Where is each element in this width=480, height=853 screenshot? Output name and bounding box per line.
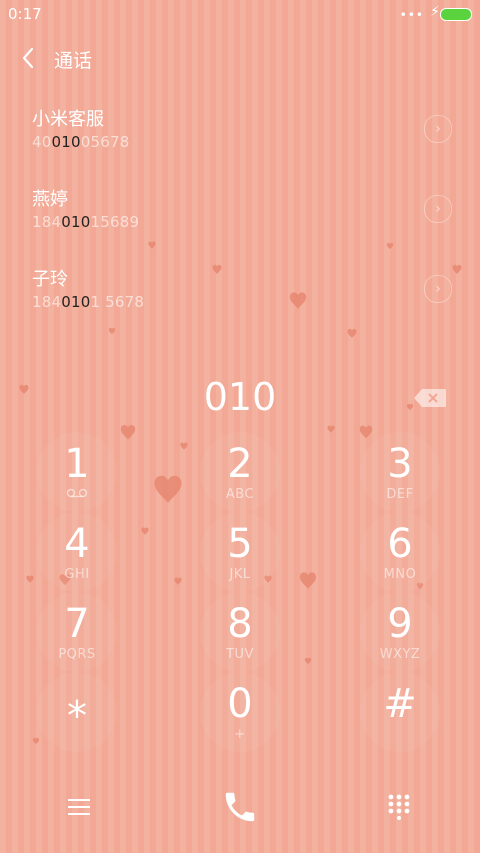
bottom-bar (0, 770, 480, 845)
contact-name: 子玲 (32, 269, 68, 290)
backspace-icon (414, 389, 446, 407)
charging-icon: ⚡ (430, 4, 440, 20)
key-2[interactable]: 2 ABC (200, 432, 280, 512)
key-0[interactable]: 0 + (200, 672, 280, 752)
key-hash[interactable]: # (360, 672, 440, 752)
key-7[interactable]: 7 PQRS (37, 592, 117, 672)
header: 通话 (0, 38, 480, 78)
back-button[interactable] (14, 42, 42, 74)
contact-detail-button[interactable]: › (424, 115, 452, 143)
signal-dots-icon: ••• (399, 8, 424, 22)
contact-name: 燕婷 (32, 189, 68, 210)
page-title: 通话 (54, 50, 93, 72)
contact-number: 4001005678 (32, 133, 130, 151)
key-8[interactable]: 8 TUV (200, 592, 280, 672)
chevron-right-icon: › (435, 201, 441, 217)
chevron-right-icon: › (435, 121, 441, 137)
contact-number: 1840101 5678 (32, 293, 145, 311)
contact-item[interactable]: 子玲 1840101 5678 › (0, 255, 480, 335)
dialed-number: 010 (203, 375, 277, 419)
backspace-button[interactable] (413, 388, 447, 408)
contact-number: 18401015689 (32, 213, 140, 231)
contact-detail-button[interactable]: › (424, 275, 452, 303)
call-button[interactable] (215, 782, 265, 832)
chevron-right-icon: › (435, 281, 441, 297)
menu-button[interactable] (64, 792, 94, 822)
contact-item[interactable]: 小米客服 4001005678 › (0, 95, 480, 175)
dialpad-toggle-button[interactable] (384, 792, 414, 822)
key-1[interactable]: 1 (37, 432, 117, 512)
contact-item[interactable]: 燕婷 18401015689 › (0, 175, 480, 255)
status-time: 0:17 (8, 5, 42, 23)
key-3[interactable]: 3 DEF (360, 432, 440, 512)
dialpad-icon (388, 794, 410, 820)
phone-icon (225, 792, 255, 822)
status-bar: 0:17 ••• ⚡ (0, 0, 480, 28)
voicemail-icon (66, 487, 88, 502)
key-6[interactable]: 6 MNO (360, 512, 440, 592)
contact-suggestions: 小米客服 4001005678 › 燕婷 18401015689 › 子玲 18… (0, 95, 480, 335)
chevron-left-icon (22, 47, 34, 69)
key-4[interactable]: 4 GHI (37, 512, 117, 592)
key-9[interactable]: 9 WXYZ (360, 592, 440, 672)
menu-icon (68, 799, 90, 815)
contact-name: 小米客服 (32, 109, 104, 130)
key-star[interactable]: ⁎ (37, 672, 117, 752)
contact-detail-button[interactable]: › (424, 195, 452, 223)
key-5[interactable]: 5 JKL (200, 512, 280, 592)
battery-icon (440, 8, 472, 21)
